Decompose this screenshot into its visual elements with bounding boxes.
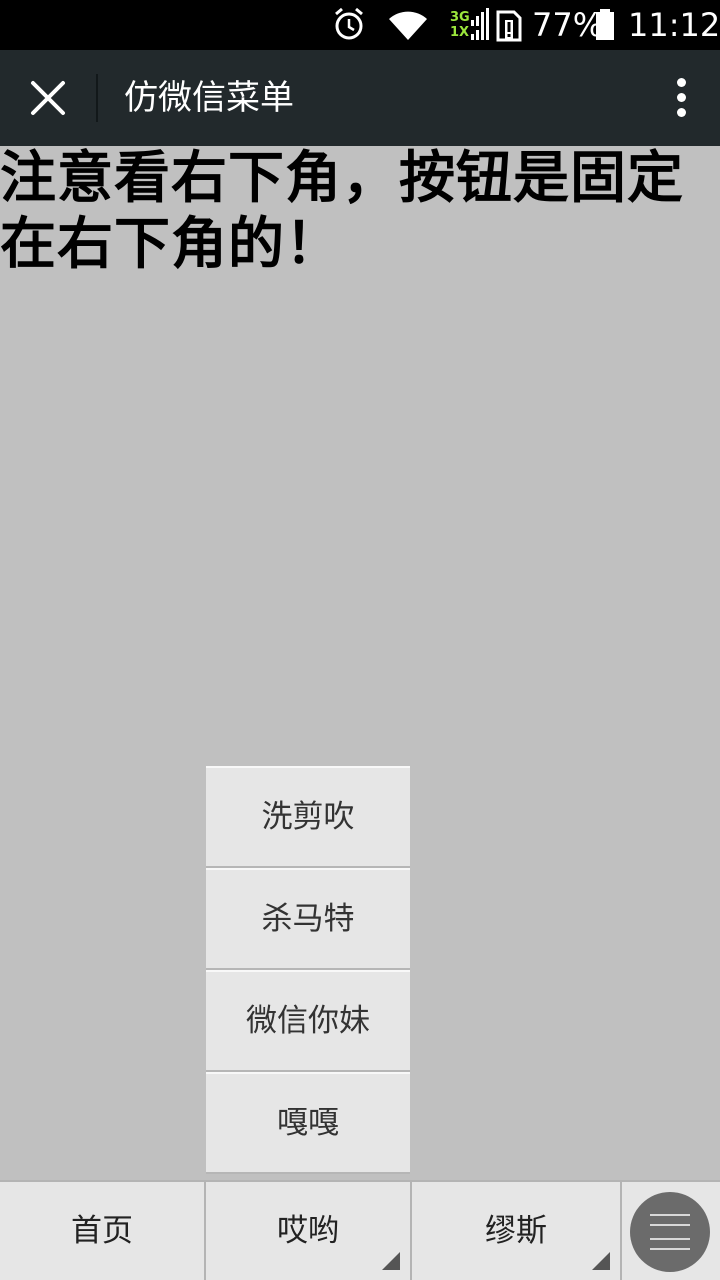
more-button[interactable] <box>670 74 694 122</box>
wifi-icon <box>389 11 427 41</box>
signal-icon <box>471 8 489 40</box>
headline: 注意看右下角，按钮是固定在右下角的！ <box>0 146 684 277</box>
submenu-indicator-icon <box>592 1252 610 1270</box>
bottom-menu-bar: 首页 哎哟 缪斯 <box>0 1180 720 1280</box>
title-divider <box>96 74 98 122</box>
battery-percent: 77% <box>532 6 604 44</box>
battery-icon <box>596 9 614 40</box>
alarm-icon <box>335 7 363 40</box>
menu-divider <box>620 1182 622 1280</box>
menu-toggle-button[interactable] <box>630 1192 710 1272</box>
title-bar: 仿微信菜单 <box>0 50 720 146</box>
menu-item-muse[interactable]: 缪斯 <box>412 1182 620 1280</box>
submenu-popup: 洗剪吹 杀马特 微信你妹 嘎嘎 <box>206 766 410 1174</box>
submenu-indicator-icon <box>382 1252 400 1270</box>
hamburger-icon <box>630 1192 710 1272</box>
menu-item-label: 首页 <box>71 1213 133 1249</box>
close-icon <box>31 81 65 115</box>
app-screen: 3G 1X 77% 11:12 仿微信菜单 注意看右下角，按钮是固定在右下角的！… <box>0 0 720 1280</box>
page-title: 仿微信菜单 <box>124 78 294 118</box>
sim-alert-icon <box>496 10 522 42</box>
menu-item-label: 缪斯 <box>485 1213 547 1249</box>
menu-item-home[interactable]: 首页 <box>0 1182 204 1280</box>
menu-item-label: 哎哟 <box>277 1213 339 1249</box>
submenu-item[interactable]: 杀马特 <box>206 868 410 970</box>
submenu-item[interactable]: 微信你妹 <box>206 970 410 1072</box>
close-button[interactable] <box>0 50 96 146</box>
status-bar: 3G 1X 77% 11:12 <box>0 0 720 50</box>
submenu-item[interactable]: 洗剪吹 <box>206 766 410 868</box>
menu-item-aiyo[interactable]: 哎哟 <box>206 1182 410 1280</box>
more-vertical-icon <box>670 74 694 122</box>
submenu-item[interactable]: 嘎嘎 <box>206 1072 410 1174</box>
clock: 11:12 <box>628 6 720 44</box>
